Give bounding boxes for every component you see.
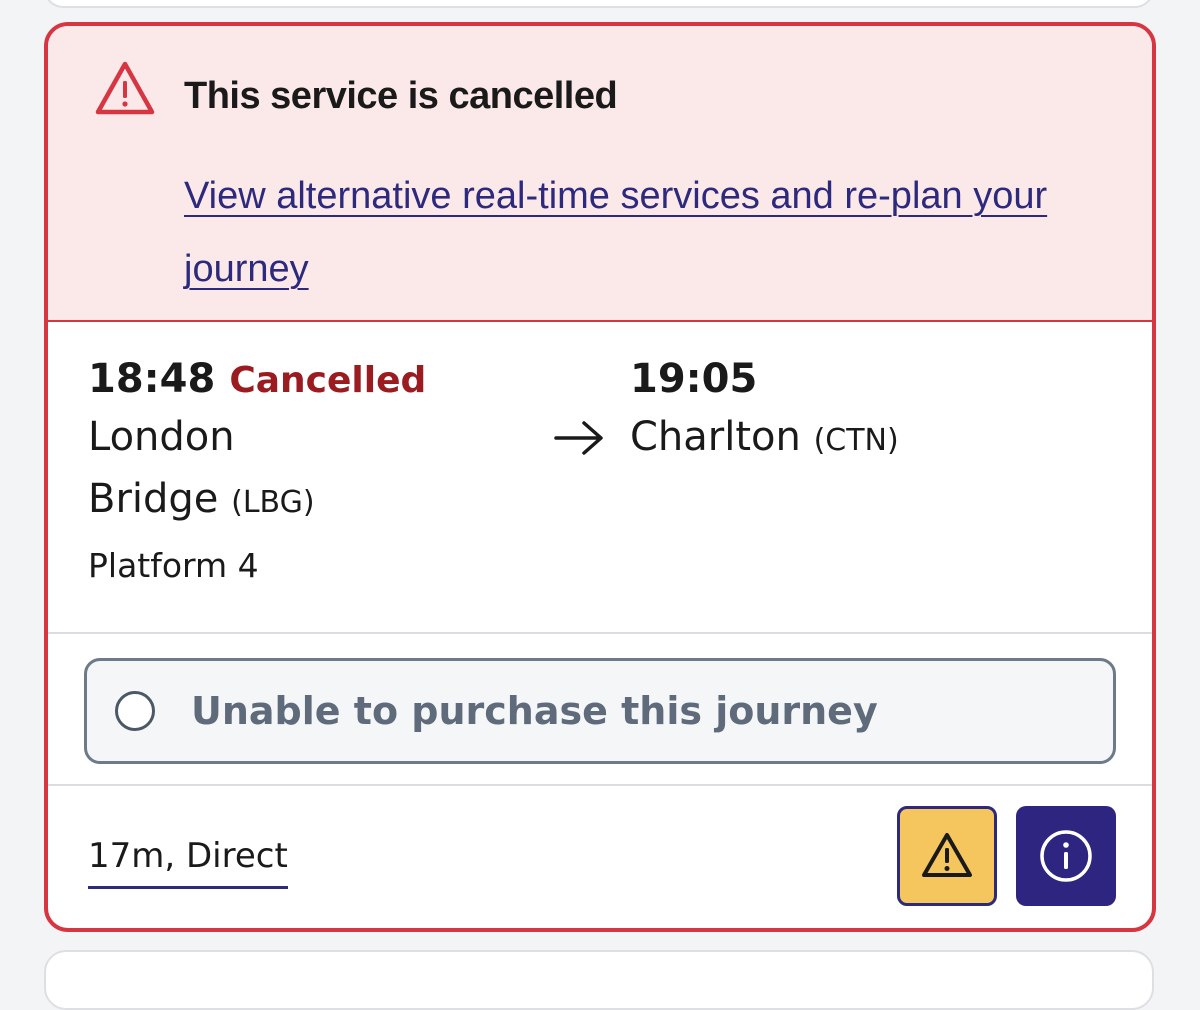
alert-title: This service is cancelled [184, 75, 618, 117]
arrival-info: 19:05 Charlton (CTN) [630, 352, 1110, 472]
arrival-time: 19:05 [630, 356, 758, 402]
departure-station-line1: London [88, 414, 235, 460]
previous-journey-card [44, 0, 1154, 8]
cancelled-status: Cancelled [229, 360, 427, 401]
departure-platform: Platform 4 [88, 546, 259, 585]
warning-triangle-icon [95, 61, 155, 115]
purchase-status-label: Unable to purchase this journey [191, 689, 878, 733]
departure-time-row: 18:48 Cancelled [88, 352, 528, 406]
arrival-station-name: Charlton [630, 414, 801, 460]
departure-station-code: (LBG) [231, 485, 315, 520]
radio-circle-icon[interactable] [115, 691, 155, 731]
departure-station-name: Bridge [88, 476, 219, 522]
arrival-station-line: Charlton (CTN) [630, 406, 1110, 472]
journey-info-button[interactable] [1016, 806, 1116, 906]
journey-summary-link[interactable]: 17m, Direct [88, 834, 288, 889]
purchase-section: Unable to purchase this journey [48, 634, 1152, 786]
cancellation-alert: This service is cancelled View alternati… [48, 26, 1152, 322]
journey-details: 18:48 Cancelled London Bridge (LBG) Platf… [48, 322, 1152, 634]
departure-info: 18:48 Cancelled London Bridge (LBG) Platf… [88, 352, 528, 598]
info-icon [1040, 830, 1092, 882]
next-journey-card [44, 950, 1154, 1010]
unable-to-purchase-option[interactable]: Unable to purchase this journey [84, 658, 1116, 764]
departure-time: 18:48 [88, 356, 216, 402]
arrow-right-icon [554, 421, 603, 455]
disruption-warning-button[interactable] [897, 806, 997, 906]
departure-station-line2: Bridge (LBG) [88, 468, 528, 534]
alternative-services-link[interactable]: View alternative real-time services and … [184, 160, 1064, 306]
journey-footer: 17m, Direct [48, 786, 1152, 928]
journey-card: This service is cancelled View alternati… [44, 22, 1156, 932]
warning-icon [922, 833, 972, 877]
arrival-station-code: (CTN) [813, 423, 899, 458]
